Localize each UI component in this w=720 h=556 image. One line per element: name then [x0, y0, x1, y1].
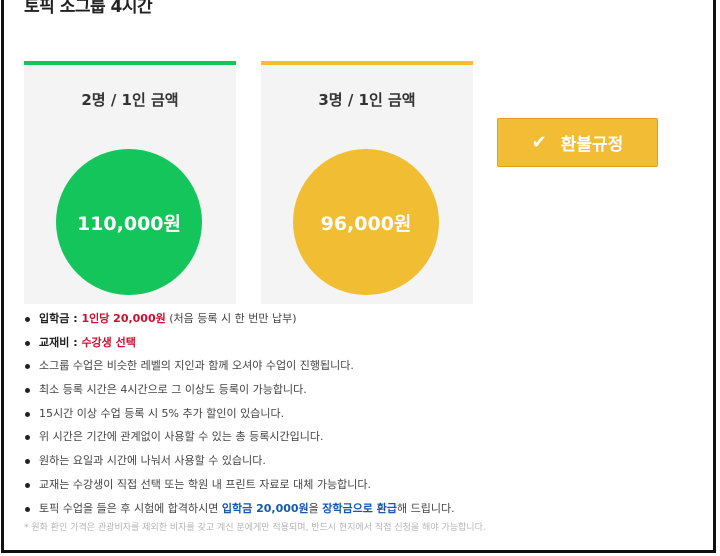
separator: :	[69, 335, 82, 349]
list-item: 최소 등록 시간은 4시간으로 그 이상도 등록이 가능합니다.	[24, 380, 455, 404]
list-item: 15시간 이상 수업 등록 시 5% 추가 할인이 있습니다.	[24, 404, 455, 428]
price-circle: 110,000원	[56, 149, 202, 295]
footnote: * 원화 환인 가격은 관광비자를 제외한 비자를 갖고 계신 분에게만 적용되…	[24, 523, 486, 533]
scholarship-amount: 입학금 20,000원	[221, 501, 309, 515]
refund-policy-label: 환불규정	[560, 135, 624, 155]
separator: :	[69, 312, 82, 325]
card-title: 2명 / 1인 금액	[81, 91, 179, 109]
price-value: 96,000원	[320, 212, 412, 235]
scholarship-award: 장학금으로 환급	[322, 501, 397, 515]
card-title: 3명 / 1인 금액	[318, 91, 416, 109]
info-list: 입학금 : 1인당 20,000원 (처음 등록 시 한 번만 납부) 교재비 …	[24, 309, 455, 522]
list-item-entrance-fee: 입학금 : 1인당 20,000원 (처음 등록 시 한 번만 납부)	[24, 309, 455, 333]
price-card-3-persons: 3명 / 1인 금액 96,000원	[261, 61, 473, 304]
price-circle: 96,000원	[293, 149, 439, 295]
price-card-2-persons: 2명 / 1인 금액 110,000원	[24, 61, 236, 304]
book-fee-label: 교재비	[39, 335, 70, 349]
list-item-scholarship: 토픽 수업을 들은 후 시험에 합격하시면 입학금 20,000원을 장학금으로…	[24, 499, 455, 523]
list-item: 원하는 요일과 시간에 나눠서 사용할 수 있습니다.	[24, 451, 455, 475]
entrance-fee-note: (처음 등록 시 한 번만 납부)	[165, 312, 297, 325]
entrance-fee-label: 입학금	[39, 312, 70, 325]
price-value: 110,000원	[76, 212, 182, 235]
scholarship-text: 토픽 수업을 들은 후 시험에 합격하시면	[39, 501, 222, 515]
scholarship-text: 해 드립니다.	[396, 501, 455, 515]
book-fee-value: 수강생 선택	[81, 335, 136, 349]
refund-policy-button[interactable]: ✔ 환불규정	[497, 118, 658, 167]
entrance-fee-value: 1인당 20,000원	[81, 312, 166, 325]
check-icon: ✔	[531, 131, 547, 153]
scholarship-text: 을	[308, 501, 323, 515]
list-item: 위 시간은 기간에 관계없이 사용할 수 있는 총 등록시간입니다.	[24, 427, 455, 451]
page-title: 토픽 소그룹 4시간	[24, 0, 153, 17]
list-item: 교재는 수강생이 직접 선택 또는 학원 내 프린트 자료로 대체 가능합니다.	[24, 475, 455, 499]
list-item: 소그룹 수업은 비슷한 레벨의 지인과 함께 오셔야 수업이 진행됩니다.	[24, 356, 455, 380]
list-item-book-fee: 교재비 : 수강생 선택	[24, 333, 455, 357]
